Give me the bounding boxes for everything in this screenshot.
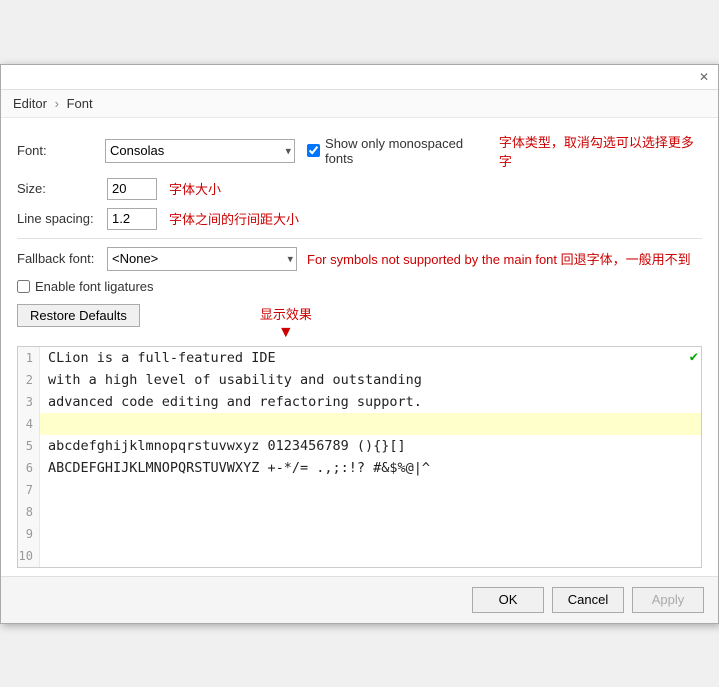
fallback-select-wrapper: <None>: [107, 247, 297, 271]
title-bar: ✕: [1, 65, 718, 90]
preview-line: 9: [18, 523, 701, 545]
line-content: [40, 479, 701, 501]
separator-1: [17, 238, 702, 239]
line-content: advanced code editing and refactoring su…: [40, 391, 701, 413]
preview-area: 1CLion is a full-featured IDE2with a hig…: [17, 346, 702, 568]
font-row: Font: Consolas Show only monospaced font…: [17, 132, 702, 170]
fallback-font-row: Fallback font: <None> For symbols not su…: [17, 247, 702, 271]
fallback-font-select[interactable]: <None>: [107, 247, 297, 271]
line-spacing-row: Line spacing: 字体之间的行间距大小: [17, 208, 702, 230]
font-label: Font:: [17, 143, 105, 158]
size-label: Size:: [17, 181, 107, 196]
ok-button[interactable]: OK: [472, 587, 544, 613]
line-content: [40, 501, 701, 523]
preview-line: 5abcdefghijklmnopqrstuvwxyz 0123456789 (…: [18, 435, 701, 457]
line-number: 5: [18, 435, 40, 457]
monospace-note: 字体类型，取消勾选可以选择更多字: [499, 132, 702, 170]
line-number: 8: [18, 501, 40, 523]
preview-line: 1CLion is a full-featured IDE: [18, 347, 701, 369]
size-note: 字体大小: [169, 179, 221, 198]
line-number: 10: [18, 545, 40, 567]
monospace-label: Show only monospaced fonts: [325, 136, 491, 166]
breadcrumb-current: Font: [67, 96, 93, 111]
line-number: 9: [18, 523, 40, 545]
line-content: with a high level of usability and outst…: [40, 369, 701, 391]
monospace-checkbox[interactable]: [307, 144, 320, 157]
breadcrumb-separator: ›: [55, 96, 59, 111]
line-number: 2: [18, 369, 40, 391]
size-row: Size: 字体大小: [17, 178, 702, 200]
apply-button[interactable]: Apply: [632, 587, 704, 613]
ligature-row: Enable font ligatures: [17, 279, 702, 294]
line-content: [40, 545, 701, 567]
close-button[interactable]: ✕: [696, 69, 712, 85]
cancel-button[interactable]: Cancel: [552, 587, 624, 613]
breadcrumb: Editor › Font: [1, 90, 718, 118]
line-spacing-label: Line spacing:: [17, 211, 107, 226]
line-number: 4: [18, 413, 40, 435]
preview-line: 7: [18, 479, 701, 501]
line-content: [40, 413, 701, 435]
annotation-label: 显示效果: [260, 304, 312, 323]
line-number: 3: [18, 391, 40, 413]
line-content: ABCDEFGHIJKLMNOPQRSTUVWXYZ +-*/= .,;:!? …: [40, 457, 701, 479]
font-settings-dialog: ✕ Editor › Font Font: Consolas Show only…: [0, 64, 719, 624]
ligature-checkbox[interactable]: [17, 280, 30, 293]
font-select-wrapper: Consolas: [105, 139, 295, 163]
preview-line: 8: [18, 501, 701, 523]
line-number: 7: [18, 479, 40, 501]
preview-line: 2with a high level of usability and outs…: [18, 369, 701, 391]
line-spacing-note: 字体之间的行间距大小: [169, 209, 299, 228]
tick-icon: ✔: [690, 349, 698, 365]
line-number: 6: [18, 457, 40, 479]
ligature-label: Enable font ligatures: [35, 279, 154, 294]
annotation-arrow: ▼: [278, 324, 294, 342]
breadcrumb-parent: Editor: [13, 96, 47, 111]
line-content: abcdefghijklmnopqrstuvwxyz 0123456789 ()…: [40, 435, 701, 457]
line-spacing-input[interactable]: [107, 208, 157, 230]
preview-line: 10: [18, 545, 701, 567]
preview-line: 3advanced code editing and refactoring s…: [18, 391, 701, 413]
settings-content: Font: Consolas Show only monospaced font…: [1, 118, 718, 576]
monospace-checkbox-row: Show only monospaced fonts 字体类型，取消勾选可以选择…: [307, 132, 702, 170]
fallback-note: For symbols not supported by the main fo…: [307, 249, 691, 268]
preview-line: 6ABCDEFGHIJKLMNOPQRSTUVWXYZ +-*/= .,;:!?…: [18, 457, 701, 479]
line-number: 1: [18, 347, 40, 369]
size-input[interactable]: [107, 178, 157, 200]
dialog-footer: OK Cancel Apply: [1, 576, 718, 623]
fallback-font-label: Fallback font:: [17, 251, 107, 266]
line-content: CLion is a full-featured IDE: [40, 347, 701, 369]
preview-line: 4: [18, 413, 701, 435]
restore-defaults-button[interactable]: Restore Defaults: [17, 304, 140, 327]
line-content: [40, 523, 701, 545]
font-select[interactable]: Consolas: [105, 139, 295, 163]
